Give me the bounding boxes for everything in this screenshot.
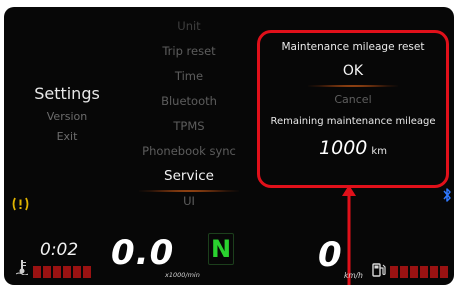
- submenu-item-trip-reset[interactable]: Trip reset: [129, 39, 249, 64]
- submenu-item-bluetooth[interactable]: Bluetooth: [129, 89, 249, 114]
- maintenance-reset-dialog: Maintenance mileage reset OK Cancel Rema…: [257, 30, 449, 188]
- submenu-item-ui[interactable]: UI: [129, 189, 249, 214]
- temperature-bar-gauge: [33, 266, 91, 278]
- gauge-segment: [83, 266, 91, 278]
- speed-value: 0: [318, 235, 342, 275]
- bluetooth-icon: [443, 188, 451, 202]
- remaining-mileage-label: Remaining maintenance mileage: [270, 116, 436, 127]
- rpm-unit: x1000/min: [165, 271, 200, 279]
- gauge-segment: [390, 266, 398, 278]
- submenu-item-tpms[interactable]: TPMS: [129, 114, 249, 139]
- submenu-item-time[interactable]: Time: [129, 64, 249, 89]
- cancel-button[interactable]: Cancel: [260, 93, 446, 106]
- rpm-value: 0.0: [111, 233, 175, 273]
- submenu-item-service[interactable]: Service: [129, 164, 249, 189]
- tire-pressure-warning-icon: [12, 197, 29, 211]
- gauge-segment: [430, 266, 438, 278]
- settings-menu-item-exit[interactable]: Exit: [4, 127, 130, 147]
- gauge-segment: [63, 266, 71, 278]
- gear-indicator: N: [208, 233, 234, 265]
- gauge-segment: [73, 266, 81, 278]
- service-selection-highlight: [139, 190, 239, 192]
- settings-submenu: Unit Trip reset Time Bluetooth TPMS Phon…: [129, 14, 249, 214]
- gauge-bar: 0:02 0.0 x1000/min N 0 km/h: [4, 225, 454, 285]
- remaining-mileage-unit: km: [371, 146, 387, 157]
- clock: 0:02: [40, 240, 79, 260]
- settings-menu-item-settings[interactable]: Settings: [4, 81, 130, 107]
- submenu-item-phonebook-sync[interactable]: Phonebook sync: [129, 139, 249, 164]
- settings-menu: Settings Version Exit: [4, 81, 130, 147]
- gauge-segment: [43, 266, 51, 278]
- fuel-bar-gauge: [390, 266, 448, 278]
- remaining-mileage-readout: 1000 km: [260, 137, 446, 159]
- gauge-segment: [53, 266, 61, 278]
- settings-menu-item-version[interactable]: Version: [4, 107, 130, 127]
- submenu-item-unit[interactable]: Unit: [129, 14, 249, 39]
- dialog-title: Maintenance mileage reset: [281, 41, 425, 53]
- speed-unit: km/h: [344, 271, 363, 280]
- gauge-segment: [440, 266, 448, 278]
- gauge-segment: [33, 266, 41, 278]
- gauge-segment: [400, 266, 408, 278]
- fuel-pump-icon: [372, 263, 386, 277]
- coolant-temperature-icon: [16, 260, 28, 275]
- remaining-mileage-value: 1000: [319, 137, 368, 159]
- instrument-cluster-screen: Settings Version Exit Unit Trip reset Ti…: [4, 7, 454, 285]
- gauge-segment: [420, 266, 428, 278]
- ok-selection-highlight: [308, 85, 398, 87]
- gauge-segment: [410, 266, 418, 278]
- ok-button[interactable]: OK: [260, 63, 446, 79]
